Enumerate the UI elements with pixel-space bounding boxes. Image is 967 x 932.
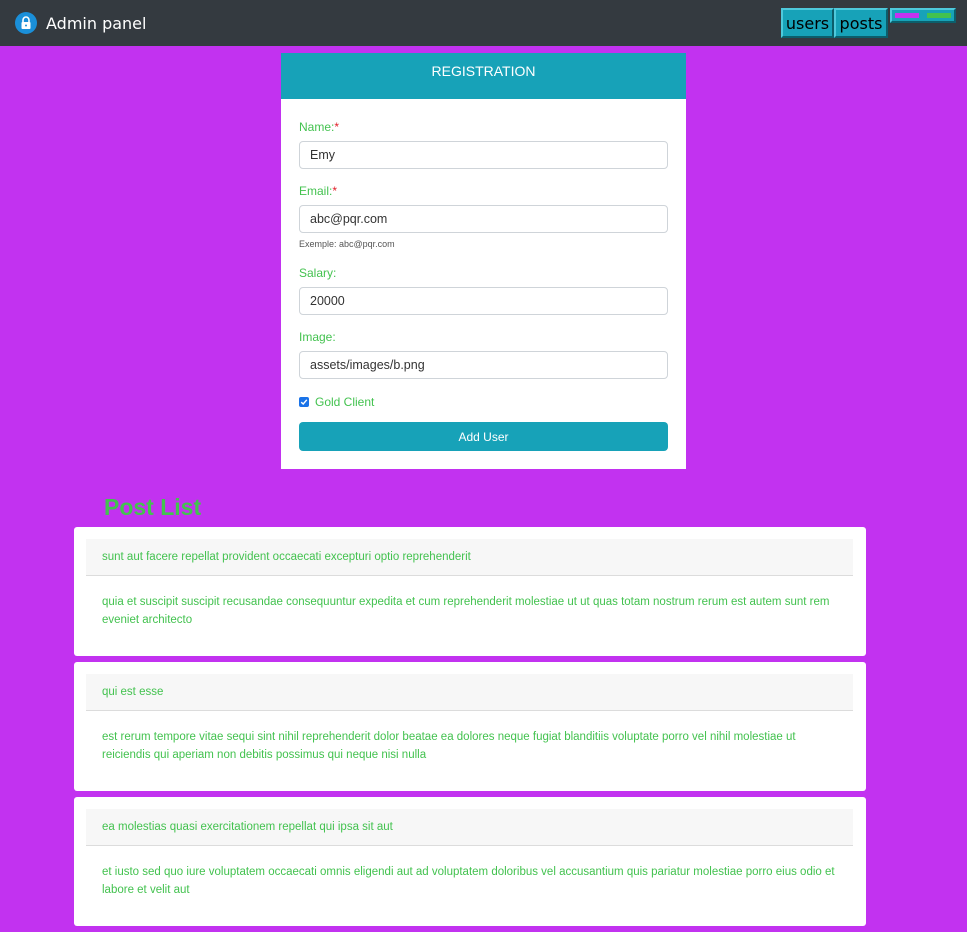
email-label: Email:* <box>299 184 337 198</box>
post-card: ea molestias quasi exercitationem repell… <box>74 797 866 926</box>
name-label-text: Name: <box>299 120 335 134</box>
gold-client-label: Gold Client <box>315 395 375 409</box>
post-card: sunt aut facere repellat provident occae… <box>74 527 866 656</box>
name-input[interactable] <box>299 141 668 169</box>
salary-input[interactable] <box>299 287 668 315</box>
post-body: quia et suscipit suscipit recusandae con… <box>102 596 830 626</box>
salary-label: Salary: <box>299 266 337 280</box>
image-label: Image: <box>299 330 336 344</box>
green-swatch[interactable] <box>927 13 951 18</box>
post-title: ea molestias quasi exercitationem repell… <box>86 809 853 846</box>
email-input[interactable] <box>299 205 668 233</box>
gold-client-row[interactable]: Gold Client <box>299 395 374 409</box>
gold-client-checkbox[interactable] <box>299 397 309 407</box>
name-label: Name:* <box>299 120 339 134</box>
purple-swatch[interactable] <box>895 13 919 18</box>
required-mark: * <box>334 120 340 134</box>
post-list-title: Post List <box>104 494 202 520</box>
email-label-text: Email: <box>299 184 333 198</box>
registration-title: REGISTRATION <box>281 53 686 99</box>
theme-color-picker[interactable] <box>890 8 956 23</box>
post-title: qui est esse <box>86 674 853 711</box>
nav-users-button[interactable]: users <box>781 8 834 38</box>
nav-posts-button[interactable]: posts <box>834 8 888 38</box>
registration-card: REGISTRATION Name:* Email:* Exemple: abc… <box>281 53 686 469</box>
navbar: Admin panel users posts <box>0 0 967 46</box>
lock-icon <box>15 12 37 34</box>
image-input[interactable] <box>299 351 668 379</box>
post-card: qui est esse est rerum tempore vitae seq… <box>74 662 866 791</box>
app-title: Admin panel <box>46 13 147 33</box>
post-body: est rerum tempore vitae sequi sint nihil… <box>102 731 796 761</box>
email-help-text: Exemple: abc@pqr.com <box>299 239 395 249</box>
brand[interactable]: Admin panel <box>15 11 146 35</box>
post-body: et iusto sed quo iure voluptatem occaeca… <box>102 866 835 896</box>
add-user-button[interactable]: Add User <box>299 422 668 451</box>
required-mark: * <box>332 184 338 198</box>
post-title: sunt aut facere repellat provident occae… <box>86 539 853 576</box>
